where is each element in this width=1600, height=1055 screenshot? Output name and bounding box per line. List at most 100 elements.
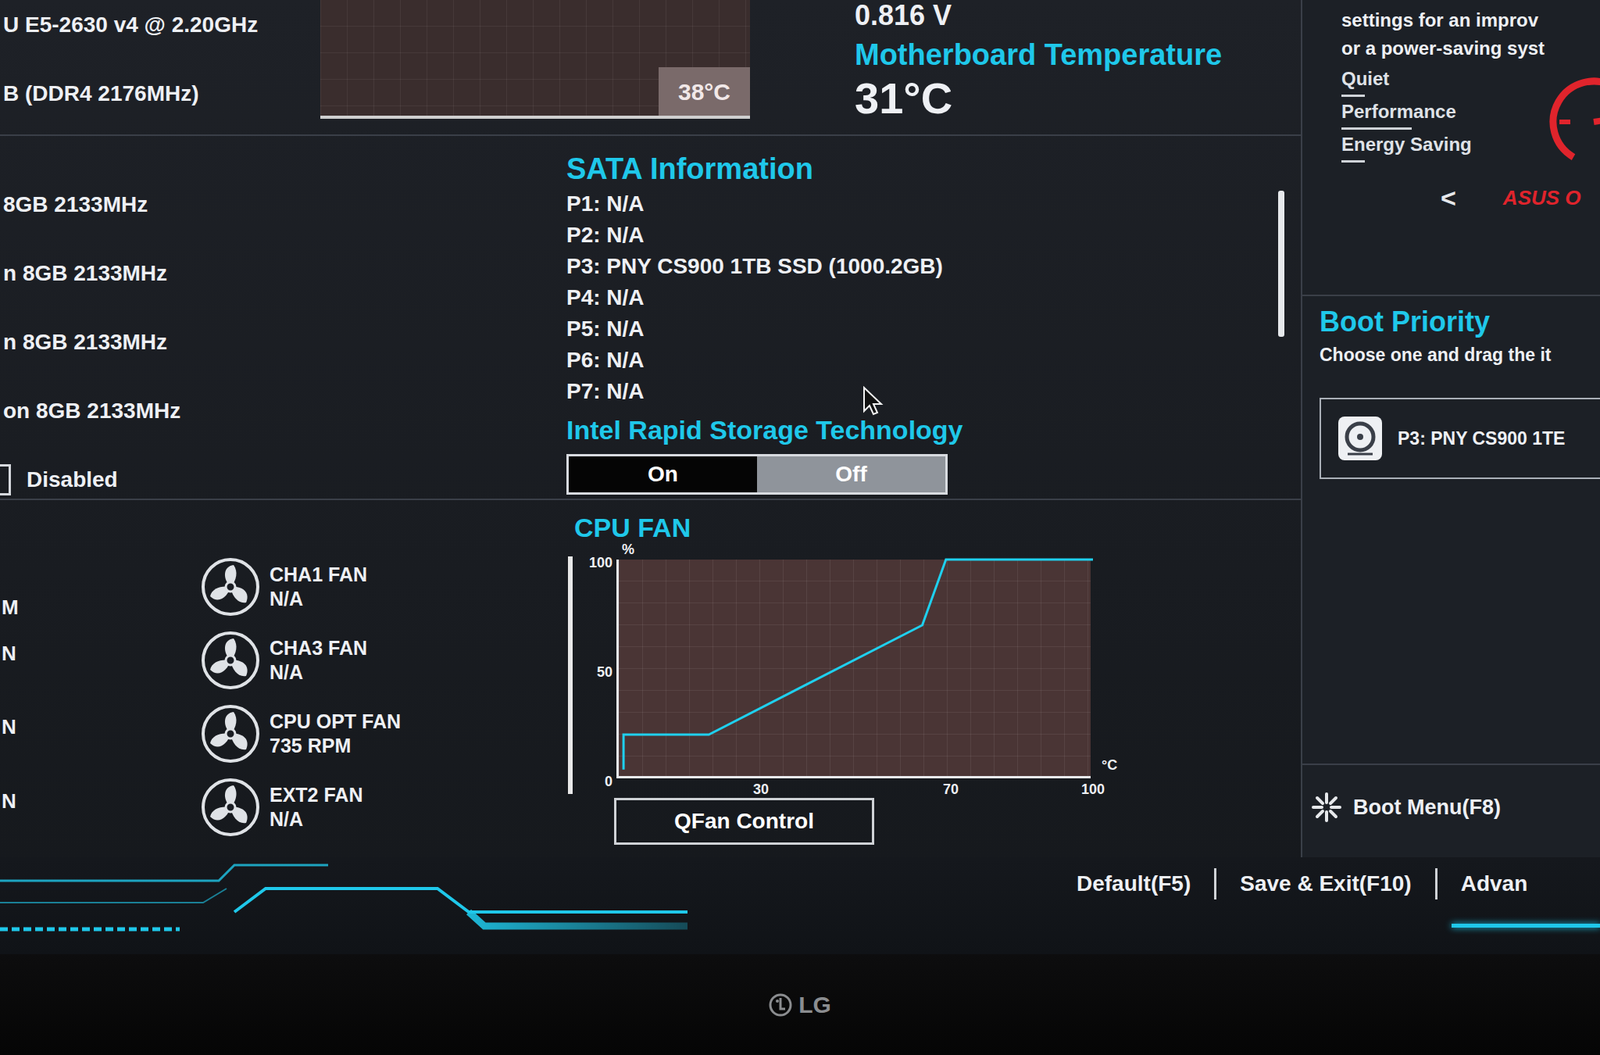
cpu-fan-title: CPU FAN xyxy=(574,500,1301,545)
fan-name: CHA3 FAN xyxy=(269,635,368,661)
fan-reading-fragment: N xyxy=(0,710,196,743)
brand-label: ASUS O xyxy=(1503,182,1582,214)
dram-slot: n 8GB 2133MHz xyxy=(0,307,547,377)
fan-reading: 735 RPM xyxy=(269,733,401,758)
footer-bar: Default(F5) Save & Exit(F10) Advan xyxy=(0,857,1600,954)
footer-button[interactable]: Save & Exit(F10) xyxy=(1239,867,1411,900)
footer-button[interactable]: Advan xyxy=(1460,867,1529,900)
boot-priority-title: Boot Priority xyxy=(1319,303,1600,340)
rst-option[interactable]: On xyxy=(568,456,758,493)
x-tick: 100 xyxy=(1081,781,1105,797)
speedometer-icon xyxy=(1521,67,1600,177)
fan-icon xyxy=(199,628,262,692)
y-tick: 0 xyxy=(578,773,613,790)
fan-reading: N/A xyxy=(269,586,368,611)
dram-slot: 8GB 2133MHz xyxy=(0,170,547,240)
mode-option[interactable]: Energy Saving xyxy=(1341,132,1522,166)
boot-priority-panel: Boot Priority Choose one and drag the it… xyxy=(1302,296,1600,764)
xmp-setting[interactable]: Disabled xyxy=(0,445,547,515)
monitor-bezel: LG xyxy=(0,953,1600,1055)
footer-separator xyxy=(1435,867,1438,900)
storage-row: 8GB 2133MHzn 8GB 2133MHzn 8GB 2133MHzon … xyxy=(0,135,1301,500)
fan-reading-fragment: N xyxy=(0,785,196,817)
fan-curve-line[interactable] xyxy=(623,559,1093,770)
voltage-temperature-panel: 0.816 V Motherboard Temperature 31°C xyxy=(750,0,1301,135)
dram-slot: on 8GB 2133MHz xyxy=(0,376,547,446)
sata-port: P3: PNY CS900 1TB SSD (1000.2GB) xyxy=(566,250,1279,283)
fan-row: MNNN CHA1 FANN/ACHA3 FANN/ACPU OPT FAN73… xyxy=(0,500,1301,858)
x-tick: 30 xyxy=(753,781,769,797)
previous-button[interactable]: < xyxy=(1440,178,1457,218)
fan-icon xyxy=(199,775,262,839)
boot-device-label: P3: PNY CS900 1TE xyxy=(1397,425,1565,453)
fan-item[interactable]: CHA1 FANN/A xyxy=(199,550,547,624)
mouse-cursor-icon xyxy=(862,385,885,416)
right-panel: settings for an improvor a power-saving … xyxy=(1300,0,1600,858)
fan-reading: N/A xyxy=(269,660,368,685)
fan-text: CHA3 FANN/A xyxy=(269,635,368,685)
boot-device[interactable]: P3: PNY CS900 1TE xyxy=(1319,397,1600,479)
rst-label: Intel Rapid Storage Technology xyxy=(566,410,1279,450)
qfan-control-button[interactable]: QFan Control xyxy=(614,797,875,845)
xmp-checkbox[interactable] xyxy=(0,464,11,496)
fan-name: EXT2 FAN xyxy=(269,782,363,808)
motherboard-temperature-value: 31°C xyxy=(854,73,1301,124)
fan-icon xyxy=(199,555,262,618)
y-tick: 100 xyxy=(578,554,613,571)
x-tick: 70 xyxy=(942,781,959,797)
fan-text: CPU OPT FAN735 RPM xyxy=(269,709,401,758)
fan-reading-fragment: N xyxy=(0,637,196,669)
boot-menu-button[interactable]: Boot Menu(F8) xyxy=(1302,763,1600,858)
sata-panel: SATA Information P1: N/AP2: N/AP3: PNY C… xyxy=(546,135,1301,499)
sata-title: SATA Information xyxy=(566,149,1279,189)
xmp-status: Disabled xyxy=(26,463,118,497)
dram-slot: n 8GB 2133MHz xyxy=(0,239,547,308)
fan-item[interactable]: CHA3 FANN/A xyxy=(199,623,547,697)
dram-list: 8GB 2133MHzn 8GB 2133MHzn 8GB 2133MHzon … xyxy=(0,135,547,499)
boot-menu-label: Boot Menu(F8) xyxy=(1353,791,1501,823)
overview-row: U E5-2630 v4 @ 2.20GHz B (DDR4 2176MHz) … xyxy=(0,0,1301,136)
mode-option[interactable]: Performance xyxy=(1341,100,1522,133)
fan-curve[interactable] xyxy=(618,559,1093,779)
sata-port: P7: N/A xyxy=(566,375,1279,408)
fan-item[interactable]: CPU OPT FAN735 RPM xyxy=(199,696,547,771)
fan-reading-fragment: M xyxy=(0,591,196,623)
sata-port: P2: N/A xyxy=(566,219,1279,251)
footer-accent-line xyxy=(1451,923,1600,928)
fan-curve-chart[interactable]: % °C 1005003070100 xyxy=(616,559,1091,779)
sata-port: P5: N/A xyxy=(566,313,1279,345)
system-info: U E5-2630 v4 @ 2.20GHz B (DDR4 2176MHz) xyxy=(0,0,321,135)
tuning-description: or a power-saving syst xyxy=(1341,34,1600,63)
mode-list: QuietPerformanceEnergy Saving xyxy=(1341,67,1522,177)
lg-face-icon xyxy=(768,992,793,1017)
cpu-temperature-graph: 38°C xyxy=(320,0,750,119)
sata-port: P6: N/A xyxy=(566,344,1279,376)
chart-slider[interactable] xyxy=(567,556,573,794)
motherboard-temperature-label: Motherboard Temperature xyxy=(854,35,1301,74)
y-tick: 50 xyxy=(578,664,613,680)
cpu-fan-chart-panel: CPU FAN % °C 1005003070100 QFan Control xyxy=(546,500,1301,858)
sata-scrollbar[interactable] xyxy=(1278,190,1285,337)
fan-name: CPU OPT FAN xyxy=(269,709,401,734)
fan-icon xyxy=(199,702,262,765)
mode-option[interactable]: Quiet xyxy=(1341,67,1522,100)
rst-option[interactable]: Off xyxy=(757,456,946,493)
circuit-decoration-icon xyxy=(0,857,704,954)
disk-icon xyxy=(1336,414,1384,462)
footer-separator xyxy=(1214,867,1217,900)
monitor-logo: LG xyxy=(798,986,832,1022)
sata-port-list: P1: N/AP2: N/AP3: PNY CS900 1TB SSD (100… xyxy=(566,188,1279,408)
cpu-temperature-reading: 38°C xyxy=(658,67,750,116)
ez-tuning-panel: settings for an improvor a power-saving … xyxy=(1302,0,1600,297)
cpu-voltage: 0.816 V xyxy=(854,0,1301,32)
fan-reading: N/A xyxy=(269,807,363,832)
fan-item[interactable]: EXT2 FANN/A xyxy=(199,770,547,844)
footer-button[interactable]: Default(F5) xyxy=(1076,867,1191,900)
fan-name: CHA1 FAN xyxy=(269,562,368,587)
sata-port: P4: N/A xyxy=(566,282,1279,314)
fan-reading-fragments: MNNN xyxy=(0,500,196,858)
rst-toggle[interactable]: OnOff xyxy=(566,453,948,495)
y-unit: % xyxy=(621,539,635,561)
fan-list: CHA1 FANN/ACHA3 FANN/ACPU OPT FAN735 RPM… xyxy=(195,500,547,858)
boot-priority-hint: Choose one and drag the it xyxy=(1319,342,1600,367)
